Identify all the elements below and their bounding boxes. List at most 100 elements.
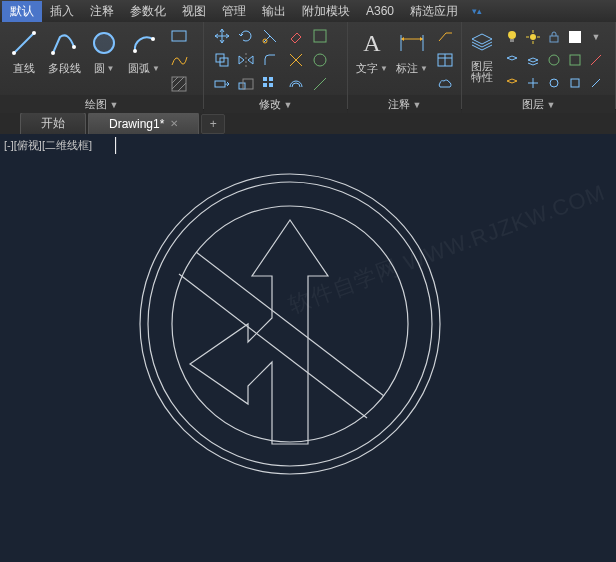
menu-item-default[interactable]: 默认 [2,1,42,22]
svg-point-43 [550,79,558,87]
chevron-down-icon: ▼ [420,64,428,73]
svg-point-2 [32,31,36,35]
layer-tool-10[interactable] [588,75,604,91]
svg-rect-17 [215,81,225,87]
panel-modify: 修改▼ [204,22,348,109]
layer-tool-4[interactable] [567,52,583,68]
fillet-tool[interactable] [259,49,281,71]
menu-item-parametric[interactable]: 参数化 [122,1,174,22]
leader-tool[interactable] [434,25,456,47]
layer-tool-6[interactable] [504,75,520,91]
svg-line-49 [179,274,367,418]
layer-tool-1[interactable] [504,52,520,68]
circle-icon [88,27,120,59]
svg-rect-18 [239,83,245,89]
svg-point-25 [314,54,326,66]
trim-tool[interactable] [259,25,281,47]
svg-line-0 [14,33,34,53]
menu-dropdown-icon[interactable]: ▾▴ [472,6,482,16]
text-tool[interactable]: A 文字▼ [352,25,392,78]
layer-properties-tool[interactable]: 图层 特性 [464,25,500,85]
layer-tool-9[interactable] [567,75,583,91]
line-icon [8,27,40,59]
svg-rect-33 [510,39,514,42]
panel-layers: 图层 特性 ▼ [462,22,616,109]
erase-tool[interactable] [285,25,307,47]
menu-item-manage[interactable]: 管理 [214,1,254,22]
lock-icon [546,29,562,45]
document-tabs: 开始 Drawing1* ✕ + [0,110,616,134]
tab-drawing1[interactable]: Drawing1* ✕ [88,112,199,134]
layer-tool-7[interactable] [525,75,541,91]
modify-extra-2[interactable] [309,49,331,71]
array-tool[interactable] [259,73,281,95]
rotate-tool[interactable] [235,25,257,47]
line-tool[interactable]: 直线 [4,25,44,78]
drawing-content [120,154,460,494]
svg-line-11 [172,77,178,83]
text-icon: A [356,27,388,59]
polyline-tool[interactable]: 多段线 [44,25,84,78]
panel-annotate: A 文字▼ 标注▼ 注释▼ [348,22,462,109]
menu-item-a360[interactable]: A360 [358,2,402,20]
offset-tool[interactable] [285,73,307,95]
hatch-tool[interactable] [168,73,190,95]
close-icon[interactable]: ✕ [170,118,178,129]
viewport-label[interactable]: [-][俯视][二维线框] [4,138,92,153]
chevron-down-icon: ▼ [588,29,604,45]
layer-tool-3[interactable] [546,52,562,68]
menu-item-featured[interactable]: 精选应用 [402,1,466,22]
svg-point-41 [549,55,559,65]
svg-point-32 [508,31,516,39]
layer-tool-5[interactable] [588,52,604,68]
menu-item-addins[interactable]: 附加模块 [294,1,358,22]
chevron-down-icon: ▼ [107,64,115,73]
dimension-tool[interactable]: 标注▼ [392,25,432,78]
modify-extra-3[interactable] [309,73,331,95]
panel-modify-title[interactable]: 修改▼ [204,95,347,113]
layer-tool-8[interactable] [546,75,562,91]
tab-start[interactable]: 开始 [20,112,86,134]
svg-point-1 [12,51,16,55]
spline-tool[interactable] [168,49,190,71]
layer-properties-icon [466,27,498,59]
polyline-label: 多段线 [48,61,81,76]
table-tool[interactable] [434,49,456,71]
copy-tool[interactable] [211,49,233,71]
panel-layers-title[interactable]: 图层▼ [462,95,615,113]
layer-tool-2[interactable] [525,52,541,68]
cloud-tool[interactable] [434,73,456,95]
color-swatch [567,29,583,45]
menu-item-view[interactable]: 视图 [174,1,214,22]
svg-point-4 [72,45,76,49]
drawing-area[interactable]: [-][俯视][二维线框] │ 软件自学网 WWW.RJZKW.COM [0,134,616,562]
arc-icon [128,27,160,59]
ribbon: 直线 多段线 圆▼ 圆弧▼ [0,22,616,110]
rectangle-tool[interactable] [168,25,190,47]
scale-tool[interactable] [235,73,257,95]
dimension-icon [396,27,428,59]
menu-item-annotate[interactable]: 注释 [82,1,122,22]
explode-tool[interactable] [285,49,307,71]
tab-add-button[interactable]: + [201,114,225,134]
svg-rect-40 [569,31,581,43]
modify-extra-1[interactable] [309,25,331,47]
menu-item-insert[interactable]: 插入 [42,1,82,22]
svg-point-7 [133,49,137,53]
circle-tool[interactable]: 圆▼ [84,25,124,78]
chevron-down-icon: ▼ [152,64,160,73]
arc-tool[interactable]: 圆弧▼ [124,25,164,78]
menu-item-output[interactable]: 输出 [254,1,294,22]
layer-state-row[interactable]: ▼ [504,27,604,47]
circle-label: 圆 [94,61,105,76]
lightbulb-icon [504,29,520,45]
mirror-tool[interactable] [235,49,257,71]
text-cursor: │ [112,137,121,153]
stretch-tool[interactable] [211,73,233,95]
svg-point-6 [93,32,115,54]
arc-label: 圆弧 [128,61,150,76]
panel-draw-title[interactable]: 绘图▼ [0,95,203,113]
svg-line-48 [196,252,384,396]
panel-annotate-title[interactable]: 注释▼ [348,95,461,113]
move-tool[interactable] [211,25,233,47]
